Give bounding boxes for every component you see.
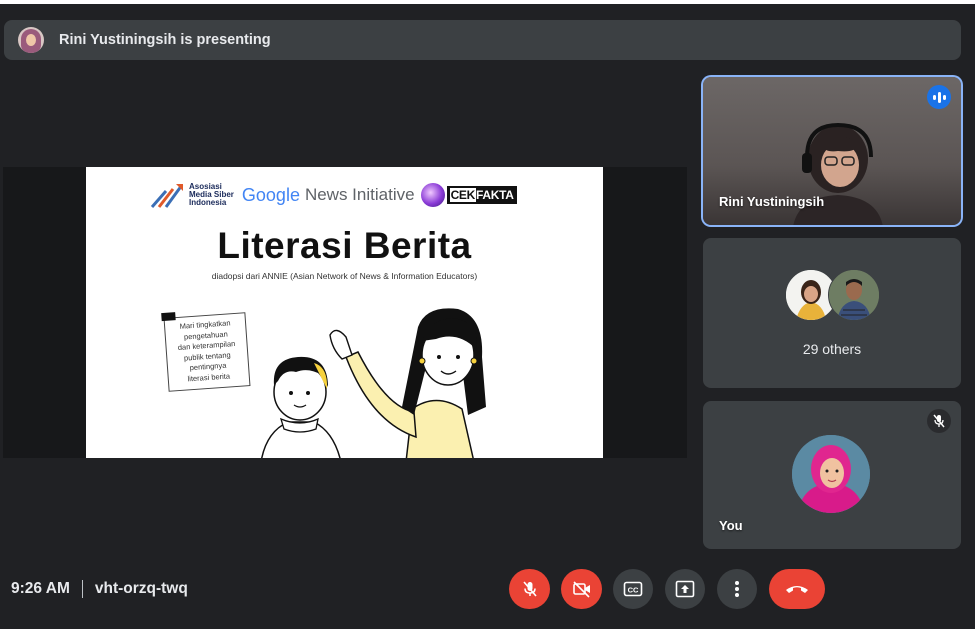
others-avatars — [785, 269, 885, 321]
svg-text:CC: CC — [628, 586, 639, 595]
slide-subtitle: diadopsi dari ANNIE (Asian Network of Ne… — [211, 271, 478, 281]
muted-mic-icon — [927, 409, 951, 433]
self-video-tile[interactable]: You — [703, 401, 961, 549]
self-name-label: You — [719, 518, 743, 533]
participant-avatar — [828, 269, 880, 321]
cekfakta-orb-icon — [420, 183, 445, 207]
presenter-name-label: Rini Yustiningsih — [719, 194, 825, 209]
amsi-line-3: Indonesia — [189, 198, 227, 207]
presentation-slide: Asosiasi Media Siber Indonesia Google Ne… — [86, 167, 603, 458]
more-options-button[interactable] — [717, 569, 757, 609]
call-controls: CC — [0, 569, 975, 609]
leave-call-button[interactable] — [769, 569, 825, 609]
present-now-button[interactable] — [665, 569, 705, 609]
slide-logos: Asosiasi Media Siber Indonesia Google Ne… — [150, 180, 517, 210]
toggle-mic-button[interactable] — [509, 569, 550, 609]
camera-off-icon — [572, 581, 590, 598]
woman-figure — [329, 308, 486, 458]
others-tile[interactable]: 29 others — [703, 238, 961, 388]
cekfakta-logo: CEKFAKTA — [420, 183, 517, 207]
presenter-avatar — [18, 27, 44, 53]
presenting-text: Rini Yustiningsih is presenting — [59, 32, 271, 48]
others-count-label: 29 others — [802, 341, 862, 357]
captions-button[interactable]: CC — [613, 569, 653, 609]
toggle-camera-button[interactable] — [561, 569, 602, 609]
google-wordmark: Google — [241, 184, 300, 205]
more-vert-icon — [735, 581, 739, 597]
call-end-icon — [786, 586, 808, 593]
captions-icon: CC — [623, 581, 643, 597]
cekfakta-cek: CEK — [449, 188, 476, 202]
cekfakta-fakta: FAKTA — [476, 188, 514, 202]
mic-off-icon — [522, 581, 537, 597]
news-initiative-text: News Initiative — [304, 185, 415, 204]
presenter-video-tile[interactable]: Rini Yustiningsih — [703, 77, 961, 225]
boy-figure — [261, 356, 341, 458]
amsi-arrows-icon — [150, 184, 184, 208]
present-icon — [675, 580, 695, 598]
self-avatar — [792, 435, 870, 513]
presenting-banner: Rini Yustiningsih is presenting — [4, 20, 961, 60]
google-news-initiative-logo: Google News Initiative — [242, 185, 415, 206]
speaking-indicator-icon — [927, 85, 951, 109]
window-top-edge — [0, 0, 975, 4]
slide-illustration — [261, 308, 486, 458]
slide-title: Literasi Berita — [217, 225, 472, 266]
amsi-logo: Asosiasi Media Siber Indonesia — [150, 181, 234, 209]
